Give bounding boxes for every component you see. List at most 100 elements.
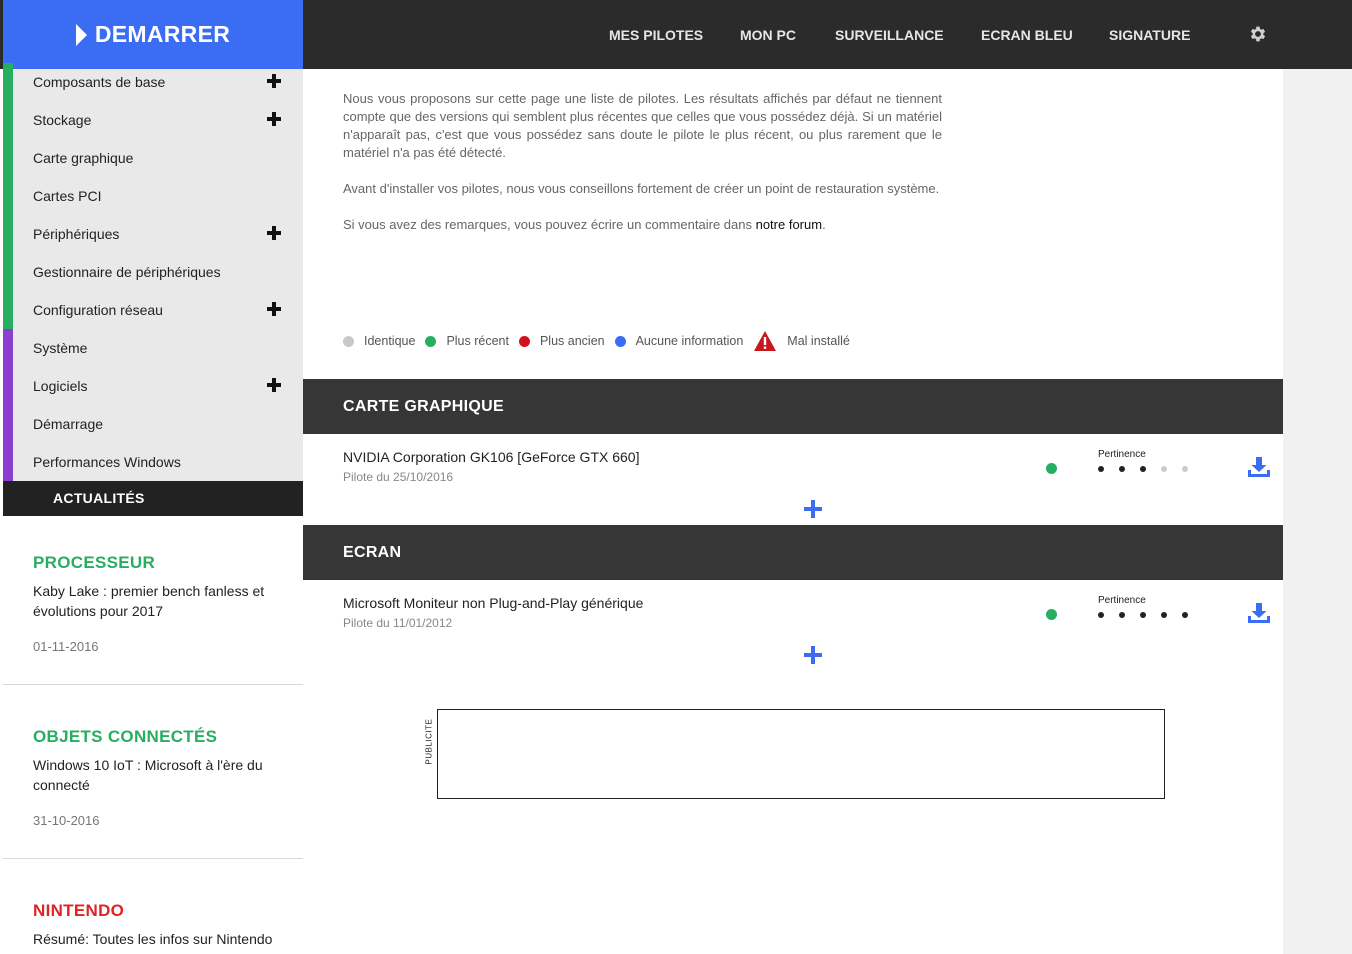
start-button[interactable]: DEMARRER <box>3 0 303 69</box>
group-bar <box>3 405 13 443</box>
pertinence-rating <box>1098 612 1188 618</box>
sidebar: Composants de base Stockage Carte graphi… <box>3 63 303 954</box>
divider <box>3 684 303 685</box>
sidebar-menu: Composants de base Stockage Carte graphi… <box>3 63 303 481</box>
no-info-dot <box>614 335 626 347</box>
sidebar-item-stockage[interactable]: Stockage <box>3 101 303 139</box>
group-bar <box>3 291 13 329</box>
pertinence-label: Pertinence <box>1098 449 1146 460</box>
start-label: DEMARRER <box>94 21 231 47</box>
group-bar <box>3 101 13 139</box>
gear-icon[interactable] <box>1248 24 1268 44</box>
sidebar-item-label: Carte graphique <box>33 150 134 166</box>
intro-paragraph: Avant d'installer vos pilotes, nous vous… <box>343 181 940 196</box>
sidebar-item-label: Gestionnaire de périphériques <box>33 264 221 280</box>
pertinence-label: Pertinence <box>1098 595 1146 606</box>
nav-signature[interactable]: SIGNATURE <box>1109 27 1190 43</box>
pertinence-dot <box>1161 612 1167 618</box>
sidebar-item-label: Démarrage <box>33 416 104 432</box>
sidebar-item-label: Stockage <box>33 112 92 128</box>
intro-paragraph: Si vous avez des remarques, vous pouvez … <box>343 217 826 232</box>
sidebar-item-composants-de-base[interactable]: Composants de base <box>3 63 303 101</box>
pertinence-rating <box>1098 466 1188 472</box>
group-bar <box>3 367 13 405</box>
expand-plus-icon[interactable] <box>267 74 283 90</box>
sidebar-item-label: Périphériques <box>33 226 120 242</box>
right-margin <box>1283 69 1352 954</box>
group-bar <box>3 215 13 253</box>
group-bar <box>3 443 13 481</box>
legend-label: Aucune information <box>635 334 744 348</box>
older-dot <box>518 335 530 347</box>
group-bar <box>3 177 13 215</box>
pertinence-dot <box>1140 612 1146 618</box>
pertinence-dot <box>1119 466 1125 472</box>
news-item-processeur[interactable]: PROCESSEUR Kaby Lake : premier bench fan… <box>3 553 303 654</box>
group-bar <box>3 63 13 101</box>
identical-dot <box>343 335 354 347</box>
group-bar <box>3 253 13 291</box>
status-dot <box>1046 463 1057 474</box>
pertinence-dot <box>1161 466 1167 472</box>
section-header-carte-graphique: CARTE GRAPHIQUE <box>303 379 1283 434</box>
sidebar-item-configuration-reseau[interactable]: Configuration réseau <box>3 291 303 329</box>
sidebar-item-logiciels[interactable]: Logiciels <box>3 367 303 405</box>
download-icon[interactable] <box>1247 602 1271 624</box>
news-title[interactable]: Kaby Lake : premier bench fanless et évo… <box>33 581 273 621</box>
news-title[interactable]: Windows 10 IoT : Microsoft à l'ère du co… <box>33 755 273 795</box>
newer-dot <box>425 335 437 347</box>
sidebar-item-label: Logiciels <box>33 378 88 394</box>
add-plus-icon[interactable] <box>804 646 822 664</box>
nav-mon-pc[interactable]: MON PC <box>740 27 796 43</box>
group-bar <box>3 139 13 177</box>
sidebar-item-label: Configuration réseau <box>33 302 163 318</box>
legend-label: Plus ancien <box>539 334 605 348</box>
legend-label: Plus récent <box>446 334 509 348</box>
expand-plus-icon[interactable] <box>267 378 283 394</box>
warning-icon <box>754 331 777 351</box>
status-legend: Identique Plus récent Plus ancien Aucune… <box>343 330 860 352</box>
nav-ecran-bleu[interactable]: ECRAN BLEU <box>981 27 1073 43</box>
pertinence-dot <box>1119 612 1125 618</box>
sidebar-item-carte-graphique[interactable]: Carte graphique <box>3 139 303 177</box>
sidebar-item-label: Système <box>33 340 88 356</box>
sidebar-item-gestionnaire-de-peripheriques[interactable]: Gestionnaire de périphériques <box>3 253 303 291</box>
sidebar-item-demarrage[interactable]: Démarrage <box>3 405 303 443</box>
play-icon <box>75 23 87 46</box>
news-header: ACTUALITÉS <box>3 481 303 516</box>
legend-label: Identique <box>364 334 416 348</box>
sidebar-item-label: Composants de base <box>33 74 166 90</box>
news-category[interactable]: NINTENDO <box>33 901 273 921</box>
sidebar-item-performances-windows[interactable]: Performances Windows <box>3 443 303 481</box>
sidebar-item-label: Performances Windows <box>33 454 181 470</box>
news-date: 01-11-2016 <box>33 639 99 654</box>
news-item-objets-connectes[interactable]: OBJETS CONNECTÉS Windows 10 IoT : Micros… <box>3 727 303 828</box>
sidebar-item-cartes-pci[interactable]: Cartes PCI <box>3 177 303 215</box>
intro-text: Nous vous proposons sur cette page une l… <box>343 90 942 252</box>
news-item-nintendo[interactable]: NINTENDO Résumé: Toutes les infos sur Ni… <box>3 901 303 954</box>
ad-banner[interactable] <box>437 709 1165 799</box>
sidebar-item-systeme[interactable]: Système <box>3 329 303 367</box>
download-icon[interactable] <box>1247 456 1271 478</box>
pertinence-dot <box>1098 466 1104 472</box>
news-title[interactable]: Résumé: Toutes les infos sur Nintendo Sw… <box>33 929 273 954</box>
add-plus-icon[interactable] <box>804 500 822 518</box>
news-category[interactable]: PROCESSEUR <box>33 553 273 573</box>
group-bar <box>3 329 13 367</box>
expand-plus-icon[interactable] <box>267 302 283 318</box>
status-dot <box>1046 609 1057 620</box>
pertinence-dot <box>1182 466 1188 472</box>
section-header-ecran: ECRAN <box>303 525 1283 580</box>
sidebar-item-label: Cartes PCI <box>33 188 102 204</box>
forum-link[interactable]: notre forum <box>756 217 822 232</box>
nav-mes-pilotes[interactable]: MES PILOTES <box>609 27 703 43</box>
news-date: 31-10-2016 <box>33 813 100 828</box>
expand-plus-icon[interactable] <box>267 226 283 242</box>
sidebar-item-peripheriques[interactable]: Périphériques <box>3 215 303 253</box>
nav-surveillance[interactable]: SURVEILLANCE <box>835 27 944 43</box>
news-category[interactable]: OBJETS CONNECTÉS <box>33 727 273 747</box>
top-bar: DEMARRER MES PILOTES MON PC SURVEILLANCE… <box>0 0 1352 69</box>
expand-plus-icon[interactable] <box>267 112 283 128</box>
legend-label: Mal installé <box>787 334 850 348</box>
driver-date: Pilote du 11/01/2012 <box>343 616 453 630</box>
